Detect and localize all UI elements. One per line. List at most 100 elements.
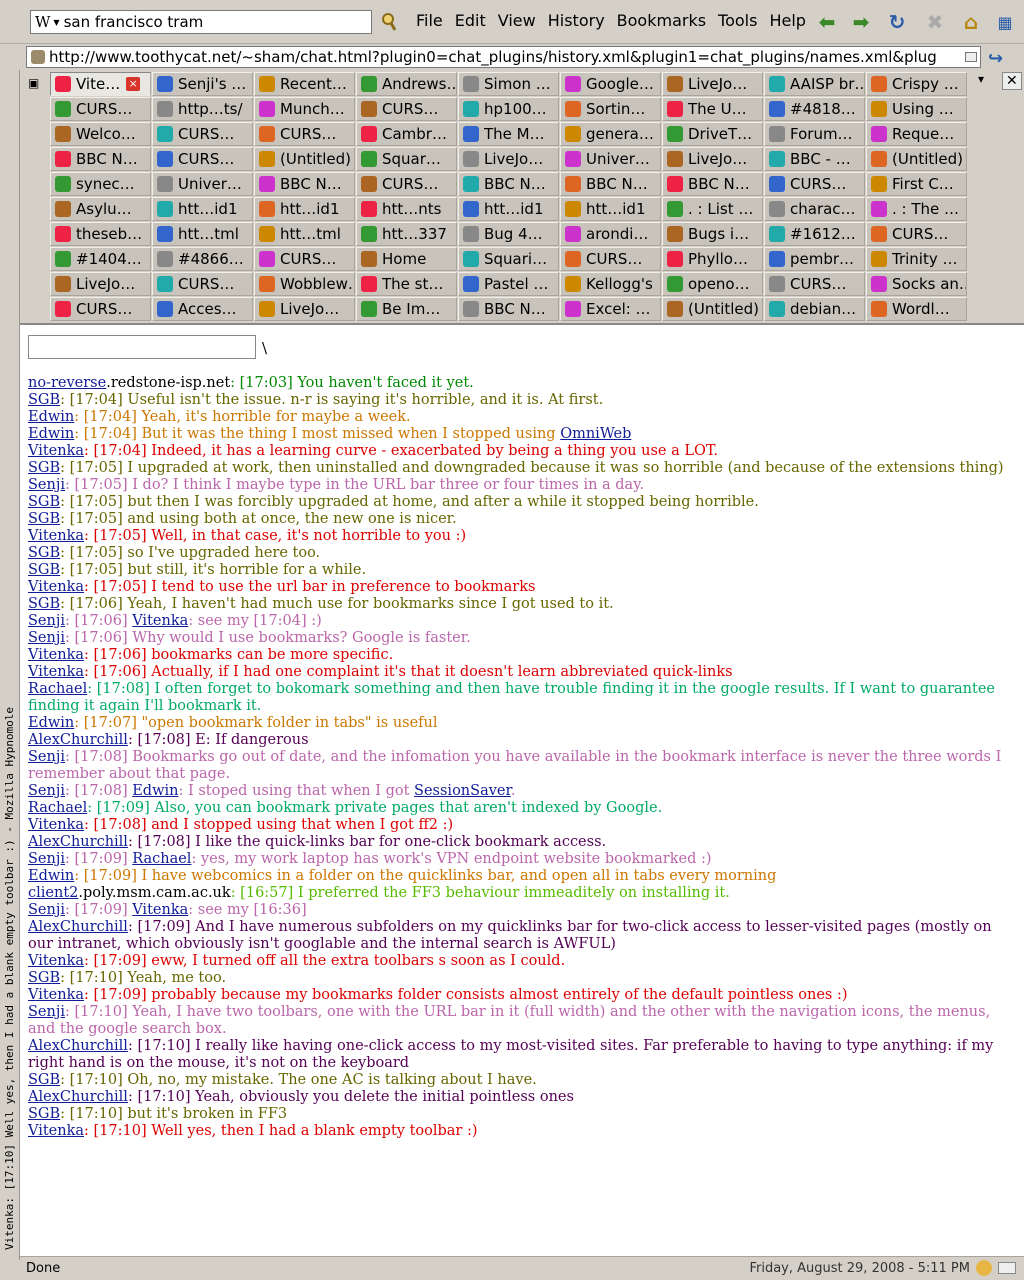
tab[interactable]: Univer… [560, 147, 661, 171]
chat-nick[interactable]: Vitenka [28, 1123, 84, 1139]
tab[interactable]: . : List … [662, 197, 763, 221]
chat-nick[interactable]: SGB [28, 511, 60, 527]
tab[interactable]: genera… [560, 122, 661, 146]
tab[interactable]: BBC N… [254, 172, 355, 196]
tab[interactable]: CURS… [866, 222, 967, 246]
chat-nick[interactable]: SGB [28, 596, 60, 612]
tab[interactable]: Socks an… [866, 272, 967, 296]
tab[interactable]: Welco… [50, 122, 151, 146]
search-icon[interactable] [380, 12, 398, 32]
url-dropdown-icon[interactable] [965, 52, 977, 62]
tab-close-icon[interactable]: × [126, 77, 141, 91]
tab[interactable]: DriveT… [662, 122, 763, 146]
tab[interactable]: LiveJo… [458, 147, 559, 171]
chat-nick[interactable]: Vitenka [28, 953, 84, 969]
chat-nick[interactable]: Vitenka [28, 528, 84, 544]
chat-nick[interactable]: SGB [28, 1072, 60, 1088]
chat-nick[interactable]: SGB [28, 494, 60, 510]
chat-nick[interactable]: Edwin [28, 409, 74, 425]
tab[interactable]: CURS… [560, 247, 661, 271]
tab[interactable]: Wobblew… [254, 272, 355, 296]
tab[interactable]: CURS… [764, 172, 865, 196]
chat-mention[interactable]: Vitenka [132, 613, 188, 629]
tab[interactable]: Cambr… [356, 122, 457, 146]
tab[interactable]: Bug 4… [458, 222, 559, 246]
chat-nick[interactable]: Senji [28, 902, 65, 918]
tab[interactable]: charac… [764, 197, 865, 221]
menu-tools[interactable]: Tools [718, 11, 757, 30]
tab[interactable]: (Untitled) [254, 147, 355, 171]
tab[interactable]: BBC - … [764, 147, 865, 171]
search-input[interactable]: san francisco tram [64, 13, 204, 31]
chat-nick[interactable]: Vitenka [28, 987, 84, 1003]
tab[interactable]: BBC N… [662, 172, 763, 196]
close-tab-icon[interactable]: ✕ [1002, 72, 1022, 90]
chat-nick[interactable]: Rachael [28, 681, 87, 697]
chat-mention[interactable]: Rachael [132, 851, 191, 867]
tab[interactable]: Simon … [458, 72, 559, 96]
tab[interactable]: hp100… [458, 97, 559, 121]
chat-nick[interactable]: SGB [28, 970, 60, 986]
chat-nick[interactable]: AlexChurchill [28, 1089, 128, 1105]
chat-nick[interactable]: SGB [28, 1106, 60, 1122]
tab[interactable]: BBC N… [560, 172, 661, 196]
tab[interactable]: Using … [866, 97, 967, 121]
tab[interactable]: arondi… [560, 222, 661, 246]
chat-nick[interactable]: client2 [28, 885, 78, 901]
tab[interactable]: Squari… [458, 247, 559, 271]
tab[interactable]: LiveJo… [662, 147, 763, 171]
tab[interactable]: pembr… [764, 247, 865, 271]
tab[interactable]: Univer… [152, 172, 253, 196]
tab[interactable]: CURS… [152, 272, 253, 296]
new-tab-icon[interactable]: ▣ [28, 76, 39, 90]
chat-input[interactable] [28, 335, 256, 359]
chat-mention[interactable]: Edwin [132, 783, 178, 799]
tab[interactable]: htt…id1 [152, 197, 253, 221]
tab[interactable]: The U… [662, 97, 763, 121]
tab[interactable]: Google… [560, 72, 661, 96]
menu-history[interactable]: History [548, 11, 605, 30]
mail-icon[interactable] [998, 1262, 1016, 1274]
tab[interactable]: Reque… [866, 122, 967, 146]
tab[interactable]: LiveJo… [254, 297, 355, 321]
chat-nick[interactable]: Senji [28, 1004, 65, 1020]
tab[interactable]: #1612… [764, 222, 865, 246]
tab[interactable]: CURS… [50, 297, 151, 321]
back-icon[interactable]: ⬅ [814, 10, 840, 34]
tab[interactable]: htt…nts [356, 197, 457, 221]
chat-nick[interactable]: Vitenka [28, 664, 84, 680]
tab[interactable]: Home [356, 247, 457, 271]
tab[interactable]: Acces… [152, 297, 253, 321]
stop-icon[interactable]: ✖ [922, 10, 948, 34]
search-engine-icon[interactable]: W [35, 13, 50, 31]
chat-nick[interactable]: AlexChurchill [28, 834, 128, 850]
tab[interactable]: AAISP br… [764, 72, 865, 96]
menu-view[interactable]: View [498, 11, 536, 30]
chat-nick[interactable]: Senji [28, 613, 65, 629]
chat-link[interactable]: SessionSaver [414, 783, 511, 799]
tab[interactable]: debian… [764, 297, 865, 321]
tab[interactable]: BBC N… [50, 147, 151, 171]
tab[interactable]: CURS… [152, 122, 253, 146]
chat-link[interactable]: OmniWeb [560, 426, 631, 442]
home-icon[interactable]: ⌂ [958, 10, 984, 34]
tab[interactable]: CURS… [356, 172, 457, 196]
chat-nick[interactable]: AlexChurchill [28, 1038, 128, 1054]
tab[interactable]: Forum… [764, 122, 865, 146]
chat-nick[interactable]: no-reverse [28, 375, 106, 391]
chat-nick[interactable]: SGB [28, 392, 60, 408]
chat-nick[interactable]: Senji [28, 783, 65, 799]
tab[interactable]: htt…tml [152, 222, 253, 246]
chat-nick[interactable]: Senji [28, 630, 65, 646]
menu-file[interactable]: File [416, 11, 443, 30]
reload-icon[interactable]: ↻ [884, 10, 910, 34]
tab[interactable]: BBC N… [458, 297, 559, 321]
tab-list-icon[interactable]: ▾ [978, 72, 984, 86]
go-icon[interactable]: ↪ [988, 48, 1010, 69]
tab[interactable]: Phyllo… [662, 247, 763, 271]
tab[interactable]: LiveJo… [662, 72, 763, 96]
chat-nick[interactable]: SGB [28, 545, 60, 561]
tab[interactable]: #4866… [152, 247, 253, 271]
tab[interactable]: Wordl… [866, 297, 967, 321]
tab[interactable]: . : The … [866, 197, 967, 221]
